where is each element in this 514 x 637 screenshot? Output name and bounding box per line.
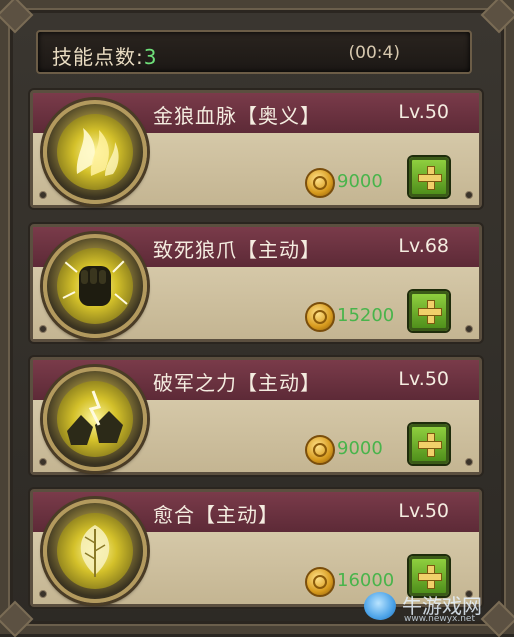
skill-row-army-breaking-power: 破军之力【主动】 Lv.50 9000 [30,357,482,475]
cost-value: 9000 [337,171,383,192]
rivet [465,458,473,466]
site-watermark: 牛游戏网 www.newyx.net [364,590,504,626]
healing-icon[interactable] [43,499,147,603]
skill-icon-art [57,114,133,190]
skill-points-label: 技能点数:3 [52,41,157,70]
army-breaking-power-icon[interactable] [43,367,147,471]
skill-level: Lv.50 [398,101,449,123]
rivet [39,590,47,598]
frame-corner-ornament [0,600,34,637]
skill-name: 金狼血脉【奥义】 [153,104,321,128]
shattered-rock-glyph [67,390,123,445]
skill-name: 破军之力【主动】 [153,371,321,395]
gold-coin-icon [305,435,335,465]
watermark-url: www.newyx.net [404,614,476,624]
upgrade-skill-button[interactable] [409,424,449,464]
skill-level: Lv.50 [398,500,449,522]
skill-level: Lv.68 [398,235,449,257]
cost-value: 9000 [337,438,383,459]
skill-name: 愈合【主动】 [153,503,279,527]
mascot-logo-icon [364,592,396,620]
skill-points-value: 3 [143,45,158,69]
skill-icon-art [57,513,133,589]
frame-corner-ornament [480,0,514,34]
cost-value: 16000 [337,570,395,591]
deadly-wolf-claw-icon[interactable] [43,234,147,338]
skill-icon-art [57,248,133,324]
upgrade-skill-button[interactable] [409,157,449,197]
gold-coin-icon [305,302,335,332]
upgrade-skill-button[interactable] [409,291,449,331]
leaf-glyph [80,525,110,577]
gold-coin-icon [305,168,335,198]
cost-value: 15200 [337,305,395,326]
skill-points-bar: 技能点数:3 (00:4) [36,30,472,74]
skill-row-deadly-wolf-claw: 致死狼爪【主动】 Lv.68 15200 [30,224,482,342]
fist-glyph [62,259,128,306]
skill-points-caption: 技能点数: [52,45,144,69]
skill-level: Lv.50 [398,368,449,390]
rivet [39,325,47,333]
flame-claw-glyph [76,128,119,176]
skill-icon-art [57,381,133,457]
rivet [465,325,473,333]
skill-points-timer: (00:4) [348,43,400,63]
gold-coin-icon [305,567,335,597]
golden-wolf-bloodline-icon[interactable] [43,100,147,204]
skill-name: 致死狼爪【主动】 [153,238,321,262]
rivet [39,191,47,199]
rivet [465,191,473,199]
rivet [39,458,47,466]
frame-corner-ornament [0,0,34,34]
skill-row-golden-wolf: 金狼血脉【奥义】 Lv.50 9000 [30,90,482,208]
